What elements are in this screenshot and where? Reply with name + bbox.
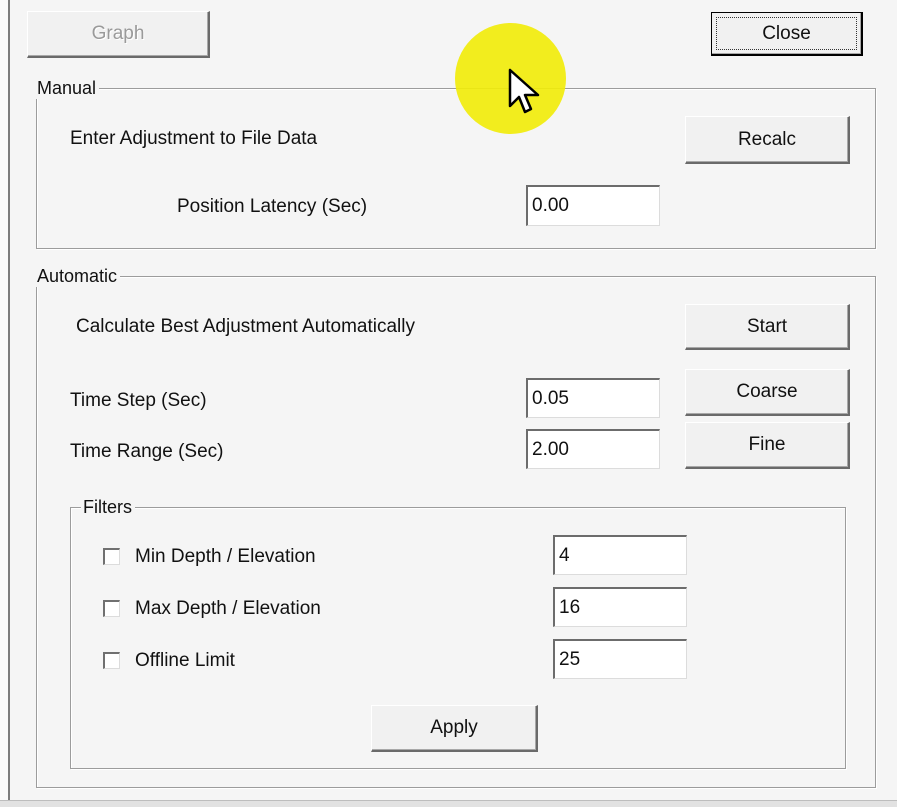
start-button[interactable]: Start: [685, 304, 850, 350]
max-depth-checkbox[interactable]: [103, 600, 120, 617]
automatic-group-title: Automatic: [35, 265, 121, 287]
fine-button-label: Fine: [748, 434, 786, 455]
manual-instruction: Enter Adjustment to File Data: [70, 128, 318, 149]
min-depth-field[interactable]: [553, 535, 687, 575]
max-depth-field[interactable]: [553, 587, 687, 627]
recalc-button-label: Recalc: [737, 128, 797, 150]
automatic-instruction: Calculate Best Adjustment Automatically: [76, 316, 416, 337]
window-frame-left: [0, 0, 10, 806]
coarse-button-label: Coarse: [736, 381, 798, 402]
min-depth-label: Min Depth / Elevation: [135, 546, 316, 567]
graph-button[interactable]: Graph: [27, 11, 210, 58]
graph-button-label: Graph: [91, 23, 145, 44]
latency-label: Position Latency (Sec): [177, 196, 368, 217]
latency-field[interactable]: [526, 185, 660, 226]
start-button-label: Start: [746, 315, 788, 337]
apply-button-label: Apply: [430, 717, 478, 738]
coarse-button[interactable]: Coarse: [685, 369, 850, 416]
max-depth-label: Max Depth / Elevation: [135, 598, 321, 619]
manual-groupbox: Manual: [35, 77, 876, 249]
offline-limit-label: Offline Limit: [135, 650, 235, 671]
filters-group-title: Filters: [81, 496, 135, 518]
manual-group-title: Manual: [35, 77, 100, 99]
apply-button[interactable]: Apply: [371, 705, 538, 752]
time-step-label: Time Step (Sec): [70, 390, 207, 411]
recalc-button[interactable]: Recalc: [685, 116, 850, 164]
close-button[interactable]: Close: [711, 12, 863, 56]
offline-limit-checkbox[interactable]: [103, 652, 120, 669]
min-depth-checkbox[interactable]: [103, 548, 120, 565]
time-range-field[interactable]: [526, 429, 660, 469]
time-step-field[interactable]: [526, 378, 660, 418]
mouse-pointer-icon: [508, 68, 540, 114]
time-range-label: Time Range (Sec): [70, 441, 224, 462]
fine-button[interactable]: Fine: [685, 422, 850, 469]
offline-limit-field[interactable]: [553, 639, 687, 679]
close-button-label: Close: [762, 22, 811, 44]
